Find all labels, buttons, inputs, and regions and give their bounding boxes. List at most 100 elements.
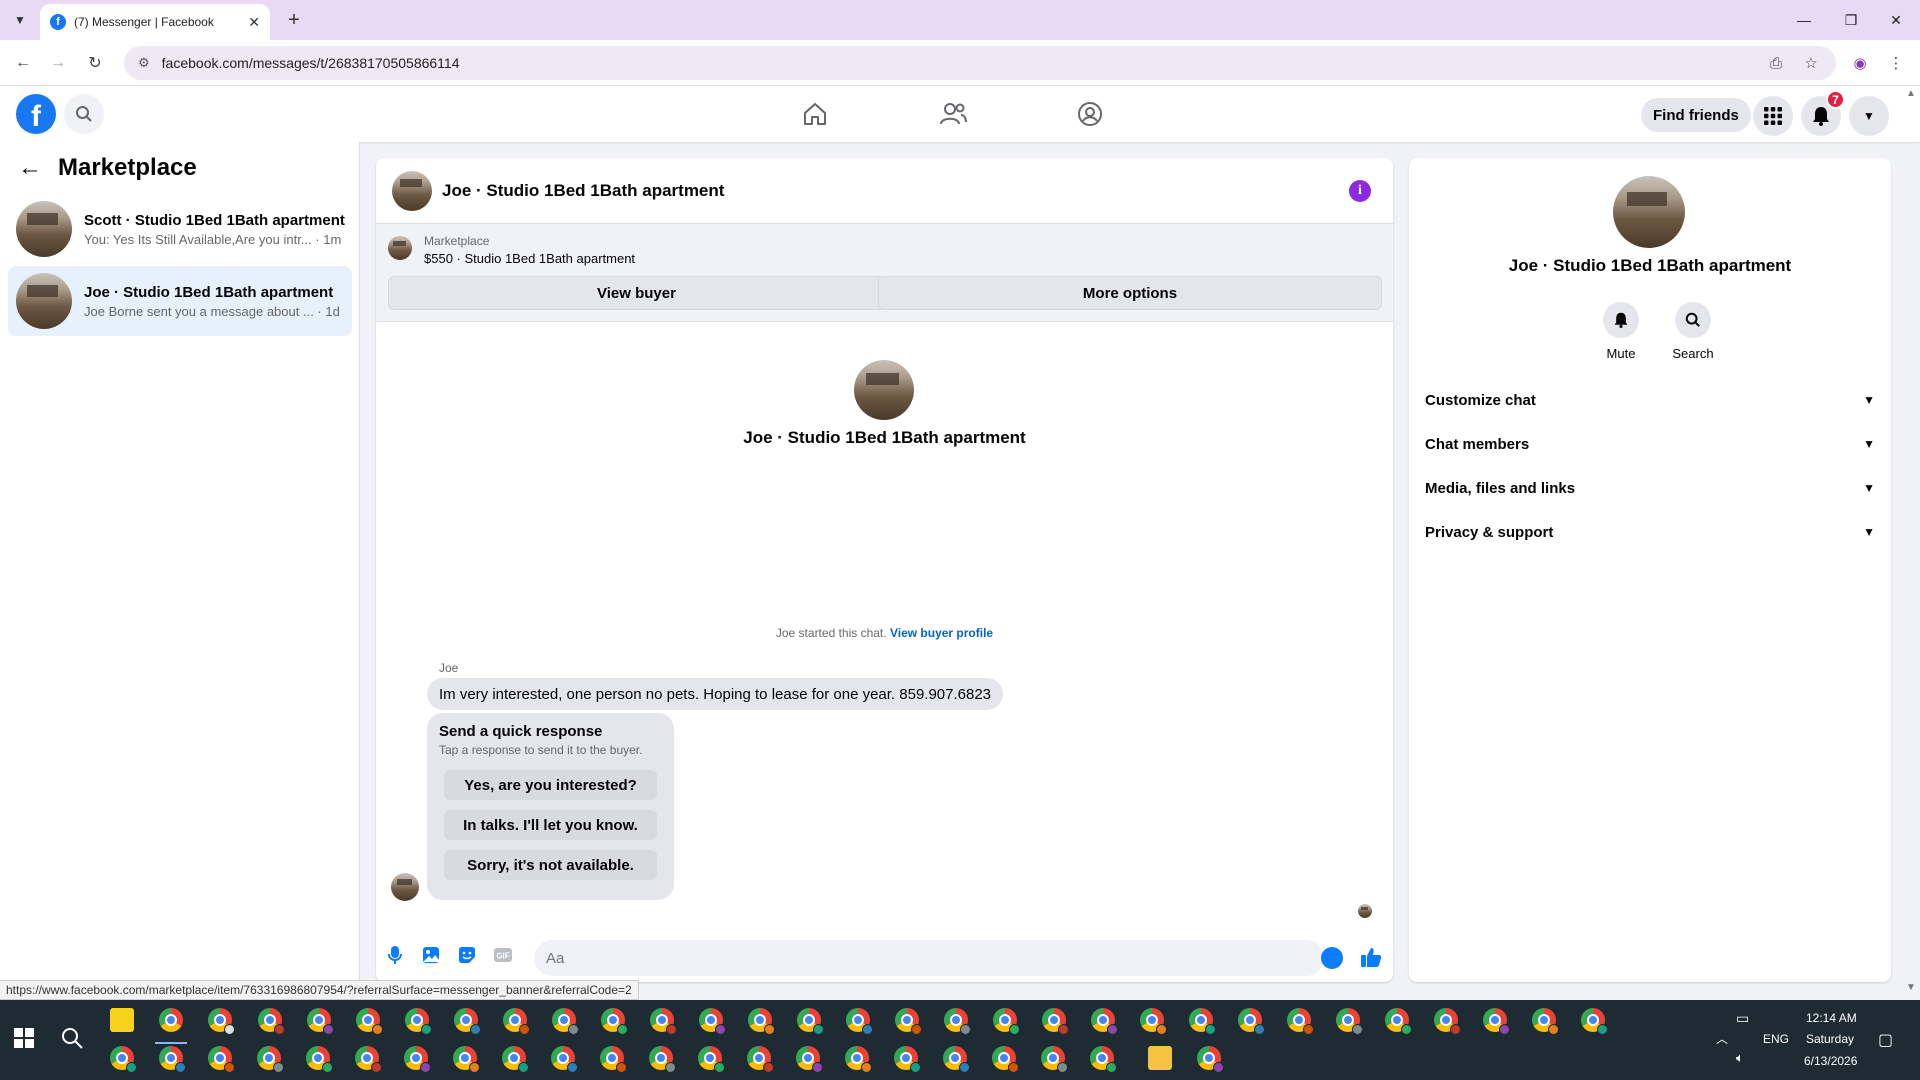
facebook-search-button[interactable] <box>64 94 104 134</box>
attach-media-button[interactable] <box>420 944 442 966</box>
chrome-profile-icon[interactable] <box>159 1046 186 1073</box>
chrome-profile-icon[interactable] <box>649 1046 676 1073</box>
chrome-profile-icon[interactable] <box>650 1008 677 1035</box>
chrome-profile-icon[interactable] <box>502 1046 529 1073</box>
listing-thumbnail[interactable] <box>388 236 412 260</box>
chrome-profile-icon[interactable] <box>748 1008 775 1035</box>
clock-day[interactable]: Saturday <box>1806 1032 1854 1046</box>
bookmark-star-icon[interactable]: ☆ <box>1798 50 1824 76</box>
more-options-button[interactable]: More options <box>878 276 1382 310</box>
emoji-icon[interactable] <box>1321 947 1343 969</box>
friends-nav-button[interactable] <box>898 90 1008 138</box>
chat-avatar[interactable] <box>392 170 432 211</box>
account-button[interactable]: ▼ <box>1849 96 1889 136</box>
chrome-profile-icon[interactable] <box>747 1046 774 1073</box>
chrome-profile-icon[interactable] <box>846 1008 873 1035</box>
chrome-profile-icon[interactable] <box>110 1046 137 1073</box>
chrome-profile-icon[interactable] <box>601 1008 628 1035</box>
listing-price-title[interactable]: $550 · Studio 1Bed 1Bath apartment <box>424 251 635 266</box>
tab-search-chevron-icon[interactable]: ▼ <box>8 8 32 32</box>
chrome-profile-icon[interactable] <box>454 1008 481 1035</box>
clock-time[interactable]: 12:14 AM <box>1806 1011 1857 1025</box>
chrome-profile-icon[interactable] <box>1287 1008 1314 1035</box>
facebook-logo-icon[interactable]: f <box>16 94 56 134</box>
notification-center-icon[interactable]: ▢ <box>1878 1030 1893 1050</box>
chrome-profile-icon[interactable] <box>503 1008 530 1035</box>
chrome-profile-icon[interactable] <box>1532 1008 1559 1035</box>
network-icon[interactable]: ▭ <box>1736 1010 1749 1027</box>
site-info-icon[interactable]: ⚙ <box>138 55 150 71</box>
chrome-profile-icon[interactable] <box>552 1008 579 1035</box>
send-like-button[interactable] <box>1358 944 1384 970</box>
mute-button[interactable]: Mute <box>1591 302 1651 361</box>
quick-response-not-available-button[interactable]: Sorry, it's not available. <box>444 850 657 880</box>
chrome-profile-icon[interactable] <box>404 1046 431 1073</box>
chrome-profile-icon[interactable] <box>1042 1008 1069 1035</box>
chrome-profile-icon[interactable] <box>1581 1008 1608 1035</box>
profile-icon[interactable]: ◉ <box>1847 50 1873 76</box>
chrome-profile-icon[interactable] <box>1483 1008 1510 1035</box>
chrome-profile-icon[interactable] <box>551 1046 578 1073</box>
start-button[interactable] <box>14 1028 34 1048</box>
back-button[interactable]: ← <box>10 50 36 76</box>
chrome-profile-icon[interactable] <box>845 1046 872 1073</box>
chrome-profile-icon[interactable] <box>1197 1046 1224 1073</box>
chrome-profile-icon[interactable] <box>307 1008 334 1035</box>
chrome-profile-icon[interactable] <box>796 1046 823 1073</box>
chat-members-section[interactable]: Chat members ▼ <box>1425 426 1875 462</box>
quick-response-in-talks-button[interactable]: In talks. I'll let you know. <box>444 810 657 840</box>
conversation-info-icon[interactable]: i <box>1349 180 1371 202</box>
close-window-button[interactable]: ✕ <box>1874 0 1918 40</box>
view-buyer-profile-link[interactable]: View buyer profile <box>890 626 993 640</box>
gif-button[interactable]: GIF <box>492 944 514 966</box>
quick-response-yes-button[interactable]: Yes, are you interested? <box>444 770 657 800</box>
file-explorer-icon[interactable] <box>1148 1046 1172 1070</box>
sticky-notes-icon[interactable] <box>110 1008 134 1032</box>
chrome-profile-icon[interactable] <box>306 1046 333 1073</box>
taskbar-search-icon[interactable] <box>60 1026 84 1050</box>
reload-button[interactable]: ↻ <box>82 50 108 76</box>
scroll-up-arrow-icon[interactable]: ▲ <box>1906 88 1916 99</box>
intro-avatar[interactable] <box>854 360 914 420</box>
sticker-button[interactable] <box>456 944 478 966</box>
chrome-profile-icon[interactable] <box>797 1008 824 1035</box>
chrome-profile-icon[interactable] <box>257 1046 284 1073</box>
home-nav-button[interactable] <box>760 90 870 138</box>
chrome-profile-icon[interactable] <box>944 1008 971 1035</box>
chrome-profile-icon[interactable] <box>1434 1008 1461 1035</box>
chrome-profile-icon[interactable] <box>1140 1008 1167 1035</box>
close-tab-icon[interactable]: ✕ <box>248 14 260 31</box>
volume-icon[interactable]: 🔈︎ <box>1736 1050 1744 1066</box>
install-app-icon[interactable]: ⎙ <box>1763 50 1789 76</box>
show-hidden-icons-icon[interactable]: ︿ <box>1716 1030 1728 1047</box>
chrome-profile-icon[interactable] <box>258 1008 285 1035</box>
browser-tab[interactable]: f (7) Messenger | Facebook ✕ <box>40 4 270 40</box>
language-indicator[interactable]: ENG <box>1763 1032 1789 1046</box>
view-buyer-button[interactable]: View buyer <box>388 276 885 310</box>
url-field[interactable]: ⚙ facebook.com/messages/t/26838170505866… <box>124 46 1836 80</box>
media-files-links-section[interactable]: Media, files and links ▼ <box>1425 470 1875 506</box>
chrome-profile-icon[interactable] <box>1189 1008 1216 1035</box>
chrome-profile-icon[interactable] <box>355 1046 382 1073</box>
chrome-profile-icon[interactable] <box>894 1046 921 1073</box>
message-bubble[interactable]: Im very interested, one person no pets. … <box>427 678 1004 710</box>
forward-button[interactable]: → <box>45 50 71 76</box>
profile-nav-button[interactable] <box>1035 90 1145 138</box>
conversation-item-scott[interactable]: Scott · Studio 1Bed 1Bath apartment You:… <box>8 194 352 264</box>
chrome-profile-icon[interactable] <box>356 1008 383 1035</box>
chrome-profile-icon[interactable] <box>208 1008 235 1035</box>
privacy-support-section[interactable]: Privacy & support ▼ <box>1425 514 1875 550</box>
search-in-conversation-button[interactable]: Search <box>1663 302 1723 361</box>
chrome-profile-icon[interactable] <box>1090 1046 1117 1073</box>
restore-button[interactable]: ❐ <box>1829 0 1873 40</box>
scroll-down-arrow-icon[interactable]: ▼ <box>1906 982 1916 993</box>
chrome-profile-icon[interactable] <box>699 1008 726 1035</box>
chrome-icon[interactable] <box>159 1008 183 1032</box>
back-arrow-icon[interactable]: ← <box>18 154 42 182</box>
chrome-profile-icon[interactable] <box>453 1046 480 1073</box>
customize-chat-section[interactable]: Customize chat ▼ <box>1425 382 1875 418</box>
minimize-button[interactable]: — <box>1782 0 1826 40</box>
chat-title[interactable]: Joe · Studio 1Bed 1Bath apartment <box>442 181 724 201</box>
chrome-profile-icon[interactable] <box>405 1008 432 1035</box>
new-tab-button[interactable]: + <box>282 8 306 32</box>
